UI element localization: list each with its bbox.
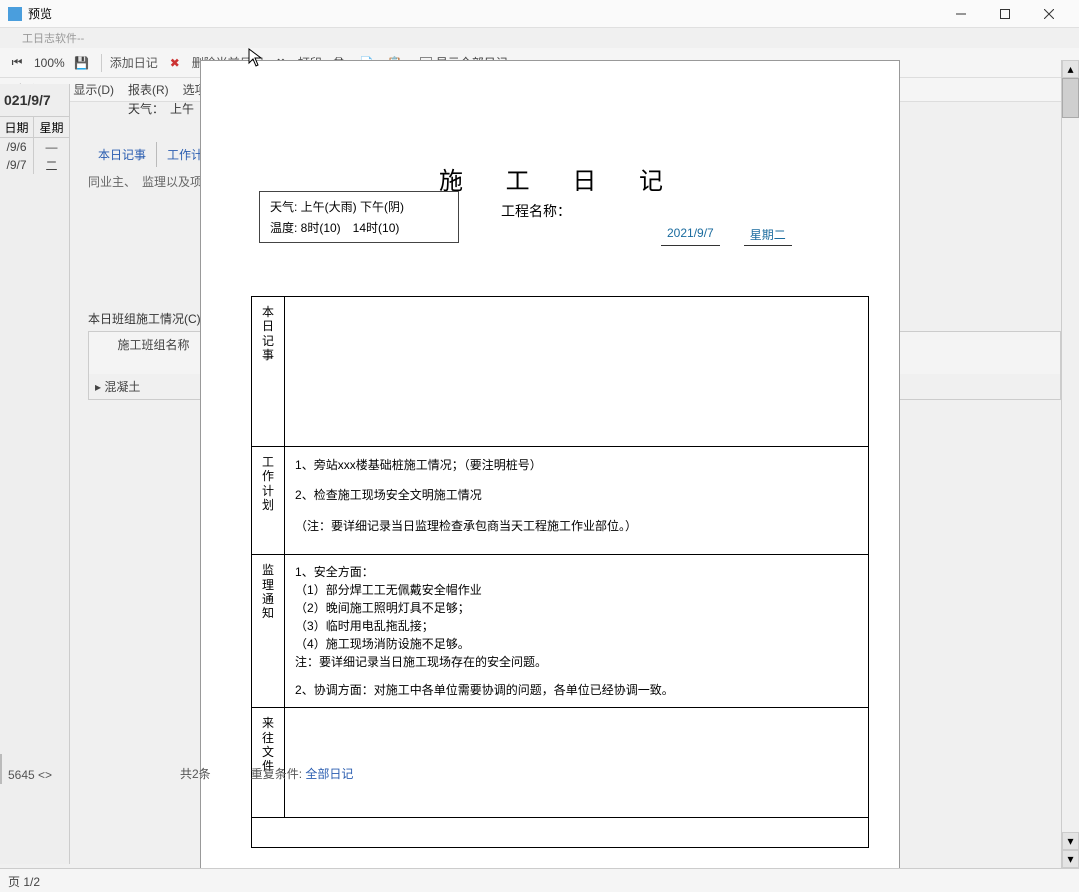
window-title: 预览 (28, 5, 52, 22)
add-diary-button[interactable]: 添加日记 (110, 54, 158, 71)
doc-date: 2021/9/7 (661, 226, 720, 246)
window-titlebar: 预览 (0, 0, 1079, 28)
doc-weather-box: 天气: 上午(大雨) 下午(阴) 温度: 8时(10) 14时(10) (259, 191, 459, 243)
record-count: 共2条 (180, 765, 211, 782)
row-label-jihua: 工作计划 (252, 447, 285, 555)
zoom-level[interactable]: 100% (34, 56, 65, 70)
splitter-handle[interactable] (0, 754, 2, 784)
page-footer: 页 1/2 (0, 868, 1079, 892)
print-preview: 施 工 日 记 天气: 上午(大雨) 下午(阴) 温度: 8时(10) 14时(… (200, 60, 900, 882)
cell-tongzhi: 1、安全方面： （1）部分焊工工无佩戴安全帽作业 （2）晚间施工照明灯具不足够；… (285, 555, 869, 708)
notes-prefix: 同业主、 (88, 173, 136, 190)
col-week-header: 星期 (34, 117, 69, 137)
scroll-down2-icon[interactable]: ▾ (1062, 850, 1079, 868)
calendar-row[interactable]: /9/7 二 (0, 156, 69, 174)
tab-jishi[interactable]: 本日记事 (88, 142, 157, 167)
close-button[interactable] (1027, 0, 1071, 28)
first-page-icon[interactable]: ⏮ (6, 52, 28, 74)
cell-laiwang (285, 708, 869, 818)
scroll-up-icon[interactable]: ▴ (1062, 60, 1079, 78)
cell-jishi (285, 297, 869, 447)
scroll-thumb[interactable] (1062, 78, 1079, 118)
row-label-jishi: 本日记事 (252, 297, 285, 447)
sub-title: 工日志软件-- (0, 28, 1079, 48)
calendar-row[interactable]: /9/6 — (0, 138, 69, 156)
row-label-laiwang: 来往文件 (252, 708, 285, 818)
weather-label: 天气： (128, 100, 164, 117)
app-icon (8, 7, 22, 21)
minimize-button[interactable] (939, 0, 983, 28)
filter-row: 共2条 重复条件: 全部日记 (180, 765, 353, 782)
col-date-header: 日期 (0, 117, 34, 137)
am-label: 上午 (170, 100, 194, 117)
doc-weekday: 星期二 (744, 226, 792, 246)
all-diary-link[interactable]: 全部日记 (305, 767, 353, 781)
save-icon[interactable]: 💾 (71, 52, 93, 74)
scroll-down-icon[interactable]: ▾ (1062, 832, 1079, 850)
date-sidebar: 021/9/7 日期 星期 /9/6 — /9/7 二 (0, 84, 70, 864)
doc-project-name-label: 工程名称： (501, 201, 571, 221)
row-label-tongzhi: 监理通知 (252, 555, 285, 708)
current-date: 021/9/7 (0, 84, 69, 116)
cell-jihua: 1、旁站xxx楼基础桩施工情况；（要注明桩号） 2、检查施工现场安全文明施工情况… (285, 447, 869, 555)
scroll-track[interactable] (1062, 78, 1079, 832)
delete-icon[interactable]: ✖ (164, 52, 186, 74)
status-text: 5645 <> (8, 768, 52, 782)
vertical-scrollbar[interactable]: ▴ ▾ ▾ (1061, 60, 1079, 868)
maximize-button[interactable] (983, 0, 1027, 28)
